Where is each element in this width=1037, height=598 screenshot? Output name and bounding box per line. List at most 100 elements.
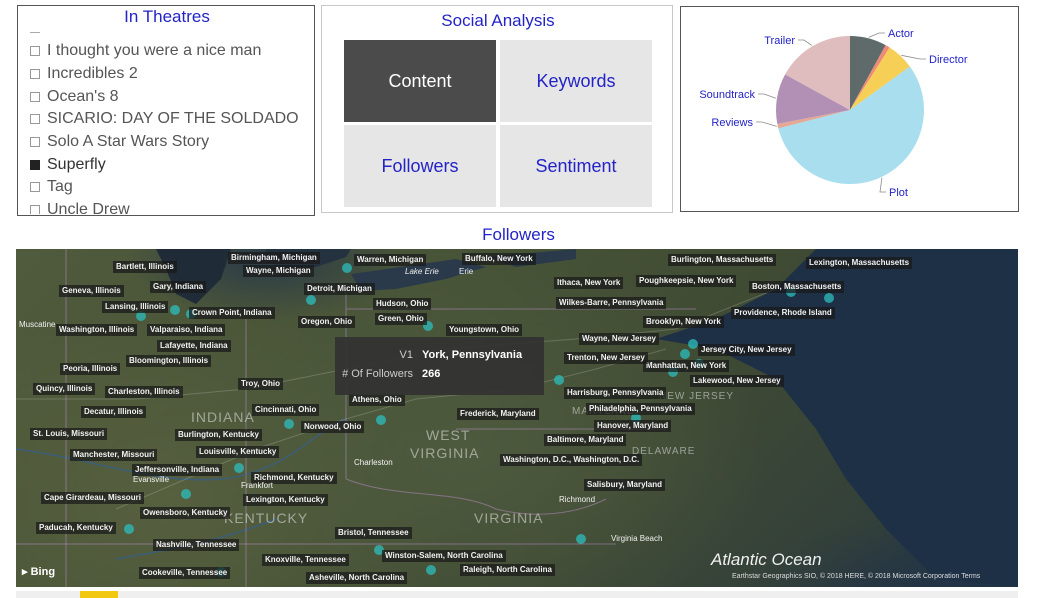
city-label: Salisbury, Maryland (584, 479, 665, 491)
tooltip-value: 266 (422, 368, 441, 380)
theatre-item-selected[interactable]: Superfly (30, 153, 310, 176)
lake-label: Lake Erie (405, 267, 439, 276)
theatre-item[interactable]: Uncle Drew (30, 199, 310, 214)
ocean-label: Atlantic Ocean (711, 550, 822, 569)
checkbox[interactable] (30, 46, 40, 57)
city-label: Manchester, Missouri (70, 449, 158, 461)
city-label: Richmond (559, 495, 596, 504)
city-label: Detroit, Michigan (304, 283, 375, 295)
city-label: Buffalo, New York (462, 253, 536, 265)
map-copyright[interactable]: Earthstar Geographics SIO, © 2018 HERE, … (732, 573, 980, 580)
theatre-item[interactable]: Solo A Star Wars Story (30, 131, 310, 154)
follower-bubble[interactable] (170, 305, 180, 315)
theatre-item[interactable]: Tag (30, 176, 310, 199)
pie-label-actor: Actor (888, 28, 914, 40)
city-label: Virginia Beach (611, 534, 663, 543)
pie-label-director: Director (929, 54, 968, 66)
follower-bubble[interactable] (234, 463, 244, 473)
checkbox[interactable] (30, 205, 40, 214)
city-label: Cookeville, Tennessee (139, 567, 231, 579)
pie-chart[interactable]: Actor Director Plot Reviews Soundtrack Traile… (681, 7, 1018, 211)
follower-bubble[interactable] (124, 524, 134, 534)
city-label: Winston-Salem, North Carolina (382, 550, 506, 562)
city-label: Jersey City, New Jersey (698, 344, 795, 356)
checkbox[interactable] (30, 137, 40, 148)
social-analysis-panel: Social Analysis Content Keywords Followe… (321, 5, 673, 213)
city-label: Geneva, Illinois (59, 285, 124, 297)
city-label: Philadelphia, Pennsylvania (586, 403, 695, 415)
follower-bubble[interactable] (306, 295, 316, 305)
sentiment-tile[interactable]: Sentiment (500, 125, 652, 207)
theatre-item[interactable]: Incredibles 2 (30, 63, 310, 86)
follower-bubble[interactable] (688, 339, 698, 349)
pie-label-soundtrack: Soundtrack (699, 89, 755, 101)
city-label: Brooklyn, New York (643, 316, 724, 328)
city-label: Lansing, Illinois (102, 301, 169, 313)
checkbox[interactable] (30, 114, 40, 125)
follower-bubble[interactable] (554, 375, 564, 385)
state-label: WEST (426, 427, 471, 443)
city-label: Oregon, Ohio (298, 316, 356, 328)
tooltip-key: # Of Followers (342, 368, 413, 380)
city-label: Nashville, Tennessee (153, 539, 240, 551)
followers-tile[interactable]: Followers (344, 125, 496, 207)
theatre-item[interactable]: SICARIO: DAY OF THE SOLDADO (30, 108, 310, 131)
city-label: Frederick, Maryland (457, 408, 539, 420)
city-label: Boston, Massachusetts (749, 281, 845, 293)
pie-leader-line (868, 32, 885, 38)
lake-michigan (156, 249, 231, 304)
state-label: KENTUCKY (224, 510, 309, 526)
follower-bubble[interactable] (181, 489, 191, 499)
follower-bubble[interactable] (376, 415, 386, 425)
city-label: Lexington, Kentucky (243, 494, 328, 506)
checkbox[interactable] (30, 182, 40, 193)
select-all-indicator (30, 32, 310, 40)
checkbox[interactable] (30, 69, 40, 80)
city-label: Knoxville, Tennessee (262, 554, 349, 566)
city-label: Manhattan, New York (643, 360, 730, 372)
theatre-slicer-list[interactable]: I thought you were a nice man Incredible… (30, 28, 310, 214)
follower-bubble[interactable] (576, 534, 586, 544)
city-label: Norwood, Ohio (301, 421, 365, 433)
city-label: Wayne, New Jersey (579, 333, 659, 345)
city-label: Crown Point, Indiana (189, 307, 275, 319)
city-label: Athens, Ohio (349, 394, 405, 406)
city-label: Burlington, Massachusetts (668, 254, 777, 266)
pie-leader-line (879, 177, 886, 193)
follower-bubble[interactable] (824, 293, 834, 303)
city-label: Muscatine (19, 320, 56, 329)
city-label: Lexington, Massachusetts (806, 257, 913, 269)
city-label: Lakewood, New Jersey (690, 375, 784, 387)
horizontal-scrollbar[interactable] (16, 591, 1018, 598)
follower-bubble[interactable] (284, 419, 294, 429)
state-label: VIRGINIA (474, 510, 544, 526)
follower-bubble[interactable] (426, 565, 436, 575)
followers-map[interactable]: INDIANA WEST VIRGINIA KENTUCKY VIRGINIA … (16, 249, 1018, 587)
scrollbar-thumb[interactable] (80, 591, 118, 598)
content-tile[interactable]: Content (344, 40, 496, 122)
city-label: Decatur, Illinois (81, 406, 147, 418)
city-label: Youngstown, Ohio (446, 324, 523, 336)
checkbox[interactable] (30, 91, 40, 102)
checkbox-checked[interactable] (30, 159, 40, 170)
theatre-item[interactable]: Ocean's 8 (30, 85, 310, 108)
city-label: Frankfort (241, 481, 274, 490)
bing-logo[interactable]: ▸ Bing (22, 565, 55, 578)
city-label: Birmingham, Michigan (228, 252, 320, 264)
city-label: Erie (459, 267, 474, 276)
city-label: Hanover, Maryland (594, 420, 672, 432)
keywords-tile[interactable]: Keywords (500, 40, 652, 122)
tooltip-value: York, Pennsylvania (422, 349, 523, 361)
pie-leader-line (758, 93, 777, 99)
tooltip-key: V1 (399, 349, 413, 361)
theatre-item[interactable]: I thought you were a nice man (30, 40, 310, 63)
follower-bubble[interactable] (342, 263, 352, 273)
city-label: Washington, Illinois (56, 324, 138, 336)
city-label: Charleston (354, 458, 393, 467)
in-theatres-panel: In Theatres I thought you were a nice ma… (17, 5, 315, 216)
follower-bubble[interactable] (680, 349, 690, 359)
city-label: Owensboro, Kentucky (140, 507, 231, 519)
pie-label-trailer: Trailer (764, 35, 795, 47)
city-label: Providence, Rhode Island (731, 307, 835, 319)
city-label: Poughkeepsie, New York (636, 275, 737, 287)
